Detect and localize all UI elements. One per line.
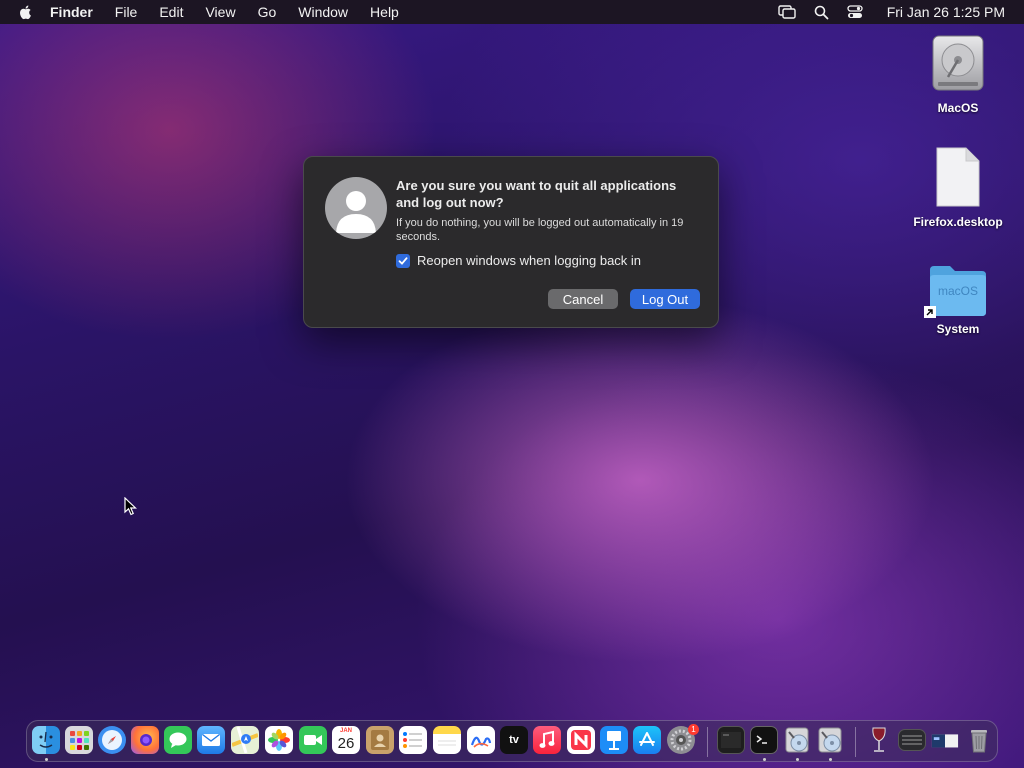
checklist-icon — [403, 732, 422, 748]
contacts-book-icon — [371, 730, 389, 750]
dock-news[interactable] — [567, 726, 595, 754]
dock-disk-utility-2[interactable] — [816, 726, 844, 754]
news-icon — [571, 730, 591, 750]
alias-arrow-icon — [924, 306, 936, 318]
dock: JAN 26 tv 1 — [26, 720, 998, 762]
menu-help[interactable]: Help — [370, 4, 399, 20]
terminal-prompt-icon — [756, 735, 767, 744]
envelope-icon — [202, 733, 220, 746]
map-icon — [232, 727, 258, 753]
dock-photos[interactable] — [265, 726, 293, 754]
reopen-windows-label: Reopen windows when logging back in — [417, 253, 642, 268]
message-bubble-icon — [169, 732, 187, 748]
dock-wine[interactable] — [865, 726, 893, 754]
console-icon — [721, 732, 741, 748]
dock-console[interactable] — [717, 726, 745, 754]
dock-messages[interactable] — [164, 726, 192, 754]
menu-window[interactable]: Window — [298, 4, 348, 20]
display-window-icon — [931, 734, 959, 748]
wine-glass-icon — [872, 727, 886, 752]
control-center-icon[interactable] — [847, 5, 863, 19]
firefox-icon — [140, 734, 152, 746]
calendar-month: JAN — [339, 728, 352, 734]
desktop-icon-firefox-desktop[interactable]: Firefox.desktop — [903, 146, 1013, 229]
desktop-icon-system[interactable]: macOS System — [903, 262, 1013, 336]
desktop-icon-macos[interactable]: MacOS — [903, 32, 1013, 115]
user-avatar — [325, 177, 387, 239]
freeform-scribble-icon — [470, 736, 492, 748]
finder-face-icon — [39, 731, 53, 748]
dock-calendar[interactable]: JAN 26 — [332, 726, 360, 754]
desktop-icon-label: Firefox.desktop — [913, 215, 1003, 229]
menu-view[interactable]: View — [205, 4, 235, 20]
checkmark-icon — [398, 256, 408, 265]
spotlight-search-icon[interactable] — [814, 5, 829, 20]
menu-bar: Finder File Edit View Go Window Help Fri… — [0, 0, 1024, 24]
running-indicator — [763, 758, 766, 761]
podium-icon — [607, 731, 621, 750]
dock-app-store[interactable] — [633, 726, 661, 754]
notes-lines-icon — [438, 740, 456, 746]
menu-app-name[interactable]: Finder — [50, 4, 93, 20]
dock-terminal[interactable] — [750, 726, 778, 754]
hard-drive-icon — [932, 35, 984, 91]
video-camera-icon — [304, 735, 322, 745]
disk-utility-icon — [785, 727, 809, 753]
user-silhouette-icon — [336, 191, 376, 233]
reopen-windows-option[interactable]: Reopen windows when logging back in — [396, 253, 641, 268]
list-window-icon — [902, 735, 922, 745]
running-indicator — [829, 758, 832, 761]
dock-notes[interactable] — [433, 726, 461, 754]
dock-mail[interactable] — [197, 726, 225, 754]
running-indicator — [796, 758, 799, 761]
running-indicator — [45, 758, 48, 761]
dialog-message: If you do nothing, you will be logged ou… — [396, 217, 684, 243]
screen-mirroring-icon[interactable] — [778, 5, 796, 19]
log-out-button[interactable]: Log Out — [630, 289, 700, 309]
launchpad-grid-icon — [70, 731, 89, 750]
folder-text: macOS — [937, 284, 978, 298]
dock-keynote[interactable] — [600, 726, 628, 754]
menu-file[interactable]: File — [115, 4, 138, 20]
dock-maps[interactable] — [231, 726, 259, 754]
desktop-icon-label: MacOS — [937, 101, 979, 115]
disk-utility-icon — [818, 727, 842, 753]
dialog-title: Are you sure you want to quit all applic… — [396, 178, 677, 210]
apple-menu-icon[interactable] — [18, 4, 34, 20]
mouse-cursor-icon — [124, 497, 137, 516]
tv-label: tv — [509, 734, 519, 746]
document-icon — [936, 147, 980, 207]
dock-screen-list[interactable] — [898, 729, 926, 751]
app-store-icon — [639, 732, 655, 746]
dock-finder[interactable] — [32, 726, 60, 754]
dock-separator — [707, 727, 708, 757]
dock-firefox[interactable] — [131, 726, 159, 754]
dock-separator — [855, 727, 856, 757]
dock-safari[interactable] — [98, 726, 126, 754]
cancel-button[interactable]: Cancel — [548, 289, 618, 309]
compass-icon — [102, 730, 122, 750]
reopen-windows-checkbox[interactable] — [396, 253, 410, 268]
trash-icon — [971, 730, 987, 753]
desktop-icon-label: System — [936, 322, 980, 336]
menu-clock[interactable]: Fri Jan 26 1:25 PM — [887, 4, 1005, 20]
settings-badge: 1 — [688, 724, 699, 735]
dock-trash[interactable] — [965, 726, 993, 754]
menu-go[interactable]: Go — [258, 4, 277, 20]
dock-apple-tv[interactable]: tv — [500, 726, 528, 754]
dock-disk-utility[interactable] — [783, 726, 811, 754]
dock-display[interactable] — [931, 726, 959, 754]
dock-reminders[interactable] — [399, 726, 427, 754]
photos-flower-icon — [268, 729, 290, 751]
dock-launchpad[interactable] — [65, 726, 93, 754]
dock-freeform[interactable] — [467, 726, 495, 754]
calendar-day: 26 — [337, 735, 355, 752]
music-note-icon — [539, 730, 555, 748]
dock-music[interactable] — [533, 726, 561, 754]
dock-facetime[interactable] — [299, 726, 327, 754]
logout-dialog: Are you sure you want to quit all applic… — [303, 156, 719, 328]
dock-contacts[interactable] — [366, 726, 394, 754]
menu-edit[interactable]: Edit — [159, 4, 183, 20]
